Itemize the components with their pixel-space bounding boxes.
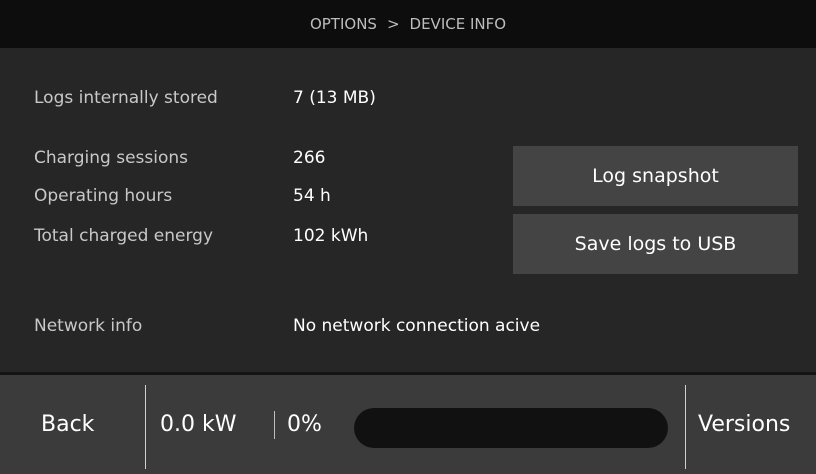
operating-hours-value: 54 h: [293, 186, 331, 206]
network-info-value: No network connection acive: [293, 316, 541, 336]
breadcrumb-header: OPTIONS > DEVICE INFO: [0, 0, 816, 48]
breadcrumb-options: OPTIONS: [309, 15, 377, 33]
footer-divider-right: [685, 385, 686, 469]
logs-stored-label: Logs internally stored: [34, 88, 218, 108]
charge-progress-bar: [354, 408, 668, 448]
logs-stored-value: 7 (13 MB): [293, 88, 376, 108]
breadcrumb-device-info: DEVICE INFO: [409, 15, 507, 33]
charging-sessions-label: Charging sessions: [34, 148, 189, 168]
footer-divider-left: [145, 385, 146, 469]
total-energy-value: 102 kWh: [293, 226, 369, 246]
charging-sessions-value: 266: [293, 148, 326, 168]
network-info-label: Network info: [34, 316, 143, 336]
power-percent-divider: [274, 411, 275, 439]
operating-hours-label: Operating hours: [34, 186, 173, 206]
device-info-panel: Logs internally stored 7 (13 MB) Chargin…: [0, 48, 816, 372]
versions-button[interactable]: Versions: [698, 375, 790, 474]
back-button[interactable]: Back: [41, 375, 94, 474]
footer-bar: Back 0.0 kW 0% Versions: [0, 372, 816, 474]
power-readout: 0.0 kW: [160, 412, 237, 437]
save-logs-usb-button[interactable]: Save logs to USB: [513, 214, 798, 274]
charge-percent: 0%: [287, 412, 322, 437]
log-snapshot-button[interactable]: Log snapshot: [513, 146, 798, 206]
breadcrumb-separator: >: [386, 15, 400, 33]
total-energy-label: Total charged energy: [34, 226, 214, 246]
